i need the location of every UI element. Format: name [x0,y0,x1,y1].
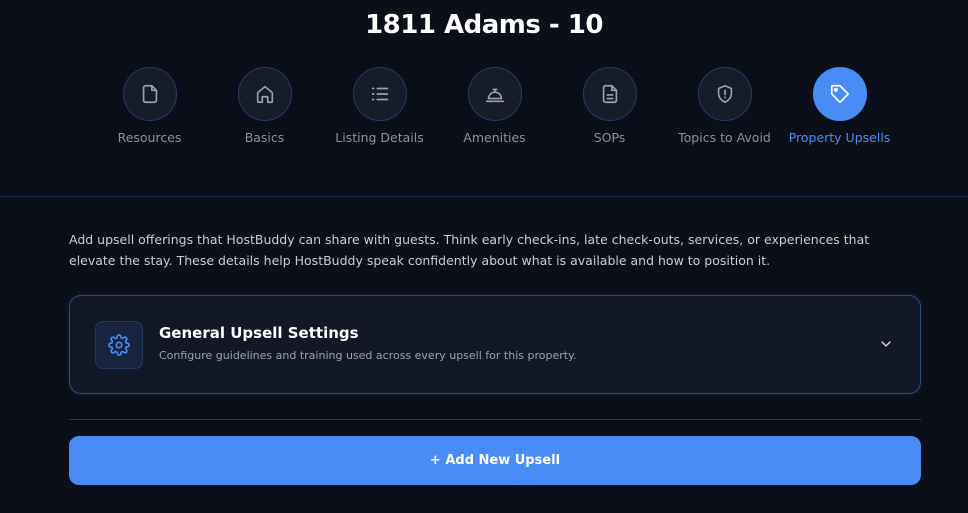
shield-alert-icon [717,84,732,104]
step-basics-circle[interactable] [237,67,292,121]
step-listing-details-circle[interactable] [352,67,407,121]
gear-icon [108,334,130,356]
section-divider [69,419,921,420]
step-resources-label: Resources [117,130,182,145]
step-amenities-label: Amenities [463,130,526,145]
step-resources-circle[interactable] [122,67,177,121]
step-property-upsells[interactable]: Property Upsells [782,67,897,146]
step-amenities[interactable]: Amenities [437,67,552,146]
file-icon [142,84,157,104]
general-upsell-settings-card[interactable]: General Upsell Settings Configure guidel… [69,295,921,394]
upsells-description: Add upsell offerings that HostBuddy can … [69,232,870,268]
step-listing-details-label: Listing Details [335,130,424,145]
settings-icon-box [95,321,143,369]
step-listing-details[interactable]: Listing Details [322,67,437,146]
header-divider [0,196,968,197]
general-upsell-settings-title: General Upsell Settings [159,324,359,342]
setup-steps-nav: Resources Basics Listing Details Ameniti… [92,67,897,146]
general-upsell-settings-subtitle: Configure guidelines and training used a… [159,349,577,362]
chevron-down-icon[interactable] [878,336,894,352]
add-new-upsell-button[interactable]: + Add New Upsell [69,436,921,485]
step-amenities-circle[interactable] [467,67,522,121]
document-lines-icon [602,84,617,104]
step-sops-label: SOPs [593,130,626,145]
list-icon [371,87,388,101]
step-topics-to-avoid-label: Topics to Avoid [678,130,771,145]
step-sops-circle[interactable] [582,67,637,121]
page-title: 1811 Adams - 10 [365,10,603,40]
step-topics-to-avoid[interactable]: Topics to Avoid [667,67,782,146]
service-bell-icon [485,88,504,103]
home-icon [256,85,273,104]
step-basics-label: Basics [244,130,285,145]
step-basics[interactable]: Basics [207,67,322,146]
step-sops[interactable]: SOPs [552,67,667,146]
step-resources[interactable]: Resources [92,67,207,146]
step-topics-to-avoid-circle[interactable] [697,67,752,121]
tag-icon [830,84,849,104]
page: 1811 Adams - 10 Resources Basics Listing… [0,0,968,513]
step-property-upsells-label: Property Upsells [788,130,891,145]
step-property-upsells-circle[interactable] [812,67,867,121]
